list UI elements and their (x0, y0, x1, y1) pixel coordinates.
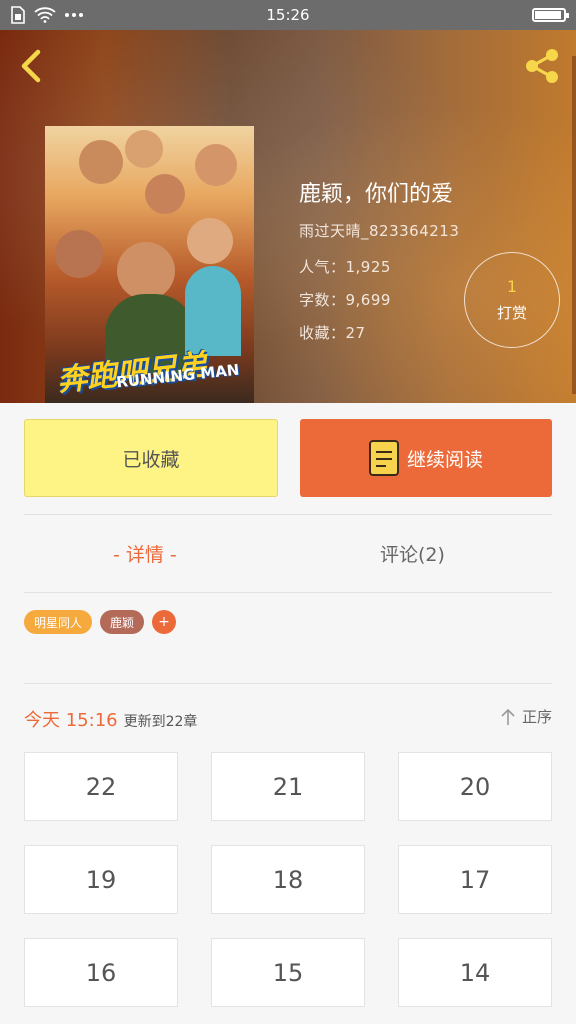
continue-reading-button[interactable]: 继续阅读 (300, 419, 552, 497)
favorite-button[interactable]: 已收藏 (24, 419, 278, 497)
update-time: 今天 15:16 (24, 710, 118, 731)
book-header: 奔跑吧兄弟 RUNNING MAN 鹿颖，你们的爱 雨过天晴_823364213… (0, 30, 576, 403)
chapter-button[interactable]: 22 (24, 752, 178, 821)
arrow-up-icon (501, 708, 515, 725)
cover-figure (145, 174, 185, 214)
divider (24, 592, 552, 593)
tag-list: 明星同人 鹿颖 + (24, 610, 177, 634)
chapter-button[interactable]: 16 (24, 938, 178, 1007)
chapter-button[interactable]: 20 (398, 752, 552, 821)
book-icon (368, 440, 399, 476)
chevron-left-icon (21, 49, 41, 83)
chapter-button[interactable]: 18 (211, 845, 365, 914)
chapter-button[interactable]: 17 (398, 845, 552, 914)
update-info: 今天 15:16 更新到22章 (24, 706, 197, 732)
divider (24, 514, 552, 515)
book-popularity: 人气：1,925 (299, 258, 391, 276)
cover-figure (187, 218, 233, 264)
book-author[interactable]: 雨过天晴_823364213 (299, 220, 459, 241)
book-favorites: 收藏：27 (299, 324, 366, 342)
book-title: 鹿颖，你们的爱 (299, 182, 454, 207)
sort-order-label: 正序 (521, 708, 552, 726)
sort-order-button[interactable]: 正序 (500, 706, 552, 727)
continue-reading-label: 继续阅读 (406, 448, 483, 471)
cover-figure (117, 242, 175, 300)
back-button[interactable] (14, 46, 50, 86)
cover-figure (79, 140, 123, 184)
status-bar: 15:26 (0, 0, 576, 30)
update-text: 更新到22章 (123, 714, 198, 730)
cover-figure (55, 230, 103, 278)
clock: 15:26 (266, 6, 310, 24)
tab-details[interactable]: - 详情 - (113, 540, 177, 567)
tip-button[interactable]: 1 打赏 (464, 252, 560, 348)
chapter-button[interactable]: 21 (211, 752, 365, 821)
tab-comments[interactable]: 评论(2) (380, 540, 445, 567)
chapter-button[interactable]: 19 (24, 845, 178, 914)
chapter-button[interactable]: 15 (211, 938, 365, 1007)
tag-character[interactable]: 鹿颖 (100, 610, 145, 634)
chapter-button[interactable]: 14 (398, 938, 552, 1007)
tip-label: 打赏 (496, 304, 527, 322)
divider (24, 683, 552, 684)
cover-figure (125, 130, 163, 168)
cover-figure-body (185, 266, 241, 356)
battery-icon (532, 8, 569, 22)
cover-figure (195, 144, 237, 186)
book-cover[interactable]: 奔跑吧兄弟 RUNNING MAN (45, 126, 254, 403)
tag-genre[interactable]: 明星同人 (24, 610, 93, 634)
tip-count: 1 (506, 277, 518, 296)
scroll-indicator (572, 56, 576, 394)
book-word-count: 字数：9,699 (299, 291, 391, 309)
add-tag-button[interactable]: + (152, 610, 177, 634)
share-icon (526, 49, 558, 83)
share-button[interactable] (520, 46, 564, 86)
favorite-button-label: 已收藏 (122, 448, 180, 471)
